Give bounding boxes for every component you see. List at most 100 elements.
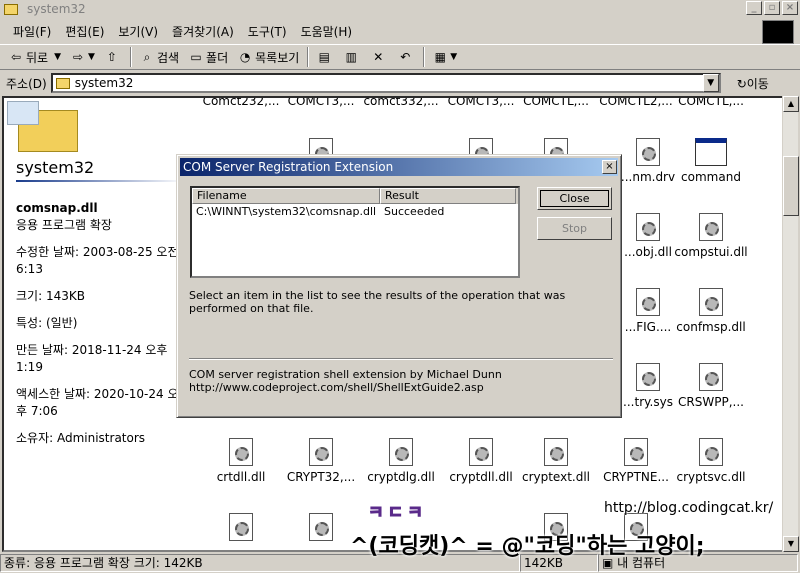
- views-button[interactable]: ▦ ▼: [428, 46, 462, 68]
- file-item[interactable]: [201, 513, 281, 545]
- watermark-text: ^(코딩캣)^ = @"코딩"하는 고양이;: [350, 534, 705, 559]
- scroll-up-button[interactable]: ▲: [783, 96, 799, 112]
- file-item[interactable]: comct332,...: [361, 98, 441, 108]
- delete-icon: ✕: [373, 50, 384, 64]
- title-bar[interactable]: system32 _ ▫ ×: [0, 0, 800, 18]
- folder-icon: [4, 3, 18, 15]
- undo-icon: ↶: [400, 50, 411, 64]
- file-item[interactable]: confmsp.dll: [671, 288, 751, 334]
- file-item[interactable]: cryptsvc.dll: [671, 438, 751, 484]
- folders-button[interactable]: ▭ 폴더: [184, 46, 233, 68]
- web-view-pane: system32 comsnap.dll 응용 프로그램 확장 수정한 날짜: 2…: [7, 101, 186, 447]
- table-row[interactable]: C:\WINNT\system32\comsnap.dll Succeeded: [192, 205, 518, 218]
- results-list[interactable]: Filename Result C:\WINNT\system32\comsna…: [190, 186, 520, 278]
- file-item[interactable]: cryptdlg.dll: [361, 438, 441, 484]
- accessed-date: 액세스한 날짜: 2020-10-24 오후 7:06: [16, 387, 179, 418]
- window-title: system32: [27, 2, 86, 16]
- menu-tools[interactable]: 도구(T): [241, 23, 294, 40]
- address-dropdown-button[interactable]: ▼: [702, 74, 719, 92]
- file-item[interactable]: COMCTL,...: [671, 98, 751, 108]
- file-icon: [699, 363, 723, 391]
- copy-to-button[interactable]: ▥: [339, 46, 366, 68]
- move-to-icon: ▤: [318, 50, 330, 64]
- views-icon: ▦: [434, 50, 446, 64]
- file-item[interactable]: crtdll.dll: [201, 438, 281, 484]
- title-divider: [16, 180, 186, 182]
- address-bar: 주소(D) system32 ▼ ↻이동: [0, 71, 800, 95]
- back-button[interactable]: ⇦ 뒤로 ▼: [4, 46, 66, 68]
- forward-button[interactable]: ⇨ ▼: [66, 46, 100, 68]
- menu-favorites[interactable]: 즐겨찾기(A): [165, 23, 241, 40]
- folder-title: system32: [16, 158, 95, 177]
- folder-icon: [55, 77, 70, 89]
- file-item[interactable]: [281, 513, 361, 545]
- dll-file-icon: [309, 513, 333, 541]
- address-label: 주소(D): [6, 76, 47, 91]
- config-file-icon: [636, 288, 660, 316]
- modified-date: 수정한 날짜: 2003-08-25 오전 6:13: [16, 245, 179, 276]
- copy-to-icon: ▥: [345, 50, 357, 64]
- dialog-info-text: Select an item in the list to see the re…: [189, 289, 566, 315]
- column-result[interactable]: Result: [380, 188, 516, 204]
- dll-file-icon: [624, 438, 648, 466]
- search-button[interactable]: ⌕ 검색: [135, 46, 184, 68]
- driver-file-icon: [636, 138, 660, 166]
- dialog-separator: [189, 358, 613, 360]
- go-button[interactable]: ↻이동: [737, 75, 769, 92]
- menu-help[interactable]: 도움말(H): [294, 23, 360, 40]
- dll-file-icon: [229, 513, 253, 541]
- dll-file-icon: [544, 438, 568, 466]
- forward-arrow-icon: ⇨: [72, 50, 84, 64]
- file-size: 크기: 143KB: [16, 289, 85, 303]
- file-item[interactable]: cryptdll.dll: [441, 438, 521, 484]
- restore-button[interactable]: ▫: [764, 1, 780, 15]
- stop-button[interactable]: Stop: [537, 217, 612, 240]
- sys-file-icon: [636, 363, 660, 391]
- minimize-button[interactable]: _: [746, 1, 762, 15]
- file-item[interactable]: COMCT3,...: [281, 98, 361, 108]
- dll-file-icon: [309, 438, 333, 466]
- file-item[interactable]: COMCTL2,...: [596, 98, 676, 108]
- dll-file-icon: [469, 438, 493, 466]
- up-folder-icon: ⇧: [106, 50, 117, 64]
- close-button[interactable]: Close: [537, 187, 612, 210]
- menu-edit[interactable]: 편집(E): [58, 23, 111, 40]
- toolbar: ⇦ 뒤로 ▼ ⇨ ▼ ⇧ ⌕ 검색 ▭ 폴더 ◔ 목록보기 ▤ ▥ ✕ ↶ ▦ ▼: [0, 44, 800, 70]
- dialog-close-icon[interactable]: ×: [602, 160, 617, 174]
- toolbar-separator: [423, 47, 426, 67]
- dialog-title[interactable]: COM Server Registration Extension: [180, 158, 618, 176]
- file-item[interactable]: Comct232,...: [201, 98, 281, 108]
- delete-button[interactable]: ✕: [366, 46, 393, 68]
- menu-bar: 파일(F) 편집(E) 보기(V) 즐겨찾기(A) 도구(T) 도움말(H): [0, 20, 760, 42]
- file-item[interactable]: command: [671, 138, 751, 184]
- file-item[interactable]: COMCTL,...: [516, 98, 596, 108]
- file-item[interactable]: CRSWPP,...: [671, 363, 751, 409]
- dll-file-icon: [389, 438, 413, 466]
- vertical-scrollbar[interactable]: ▲ ▼: [782, 96, 799, 552]
- close-window-button[interactable]: ×: [782, 1, 798, 15]
- row-filename: C:\WINNT\system32\comsnap.dll: [196, 205, 377, 218]
- column-filename[interactable]: Filename: [192, 188, 380, 204]
- history-icon: ◔: [239, 50, 251, 64]
- scroll-down-button[interactable]: ▼: [783, 536, 799, 552]
- file-item[interactable]: cryptext.dll: [516, 438, 596, 484]
- undo-button[interactable]: ↶: [393, 46, 420, 68]
- file-item[interactable]: CRYPTNE...: [596, 438, 676, 484]
- menu-file[interactable]: 파일(F): [6, 23, 58, 40]
- move-to-button[interactable]: ▤: [312, 46, 339, 68]
- file-item[interactable]: COMCT3,...: [441, 98, 521, 108]
- dll-file-icon: [636, 213, 660, 241]
- file-owner: 소유자: Administrators: [16, 431, 146, 445]
- up-folder-button[interactable]: ⇧: [100, 46, 127, 68]
- watermark-url: http://blog.codingcat.kr/: [604, 500, 774, 516]
- large-folder-icon: [7, 101, 78, 152]
- scroll-thumb[interactable]: [783, 156, 799, 216]
- selected-file-type: 응용 프로그램 확장: [16, 218, 112, 232]
- selected-file-name: comsnap.dll: [16, 201, 98, 215]
- file-item[interactable]: compstui.dll: [671, 213, 751, 259]
- menu-view[interactable]: 보기(V): [111, 23, 165, 40]
- history-button[interactable]: ◔ 목록보기: [233, 46, 304, 68]
- file-item[interactable]: CRYPT32,...: [281, 438, 361, 484]
- back-arrow-icon: ⇦: [10, 50, 22, 64]
- address-input[interactable]: system32: [50, 73, 721, 93]
